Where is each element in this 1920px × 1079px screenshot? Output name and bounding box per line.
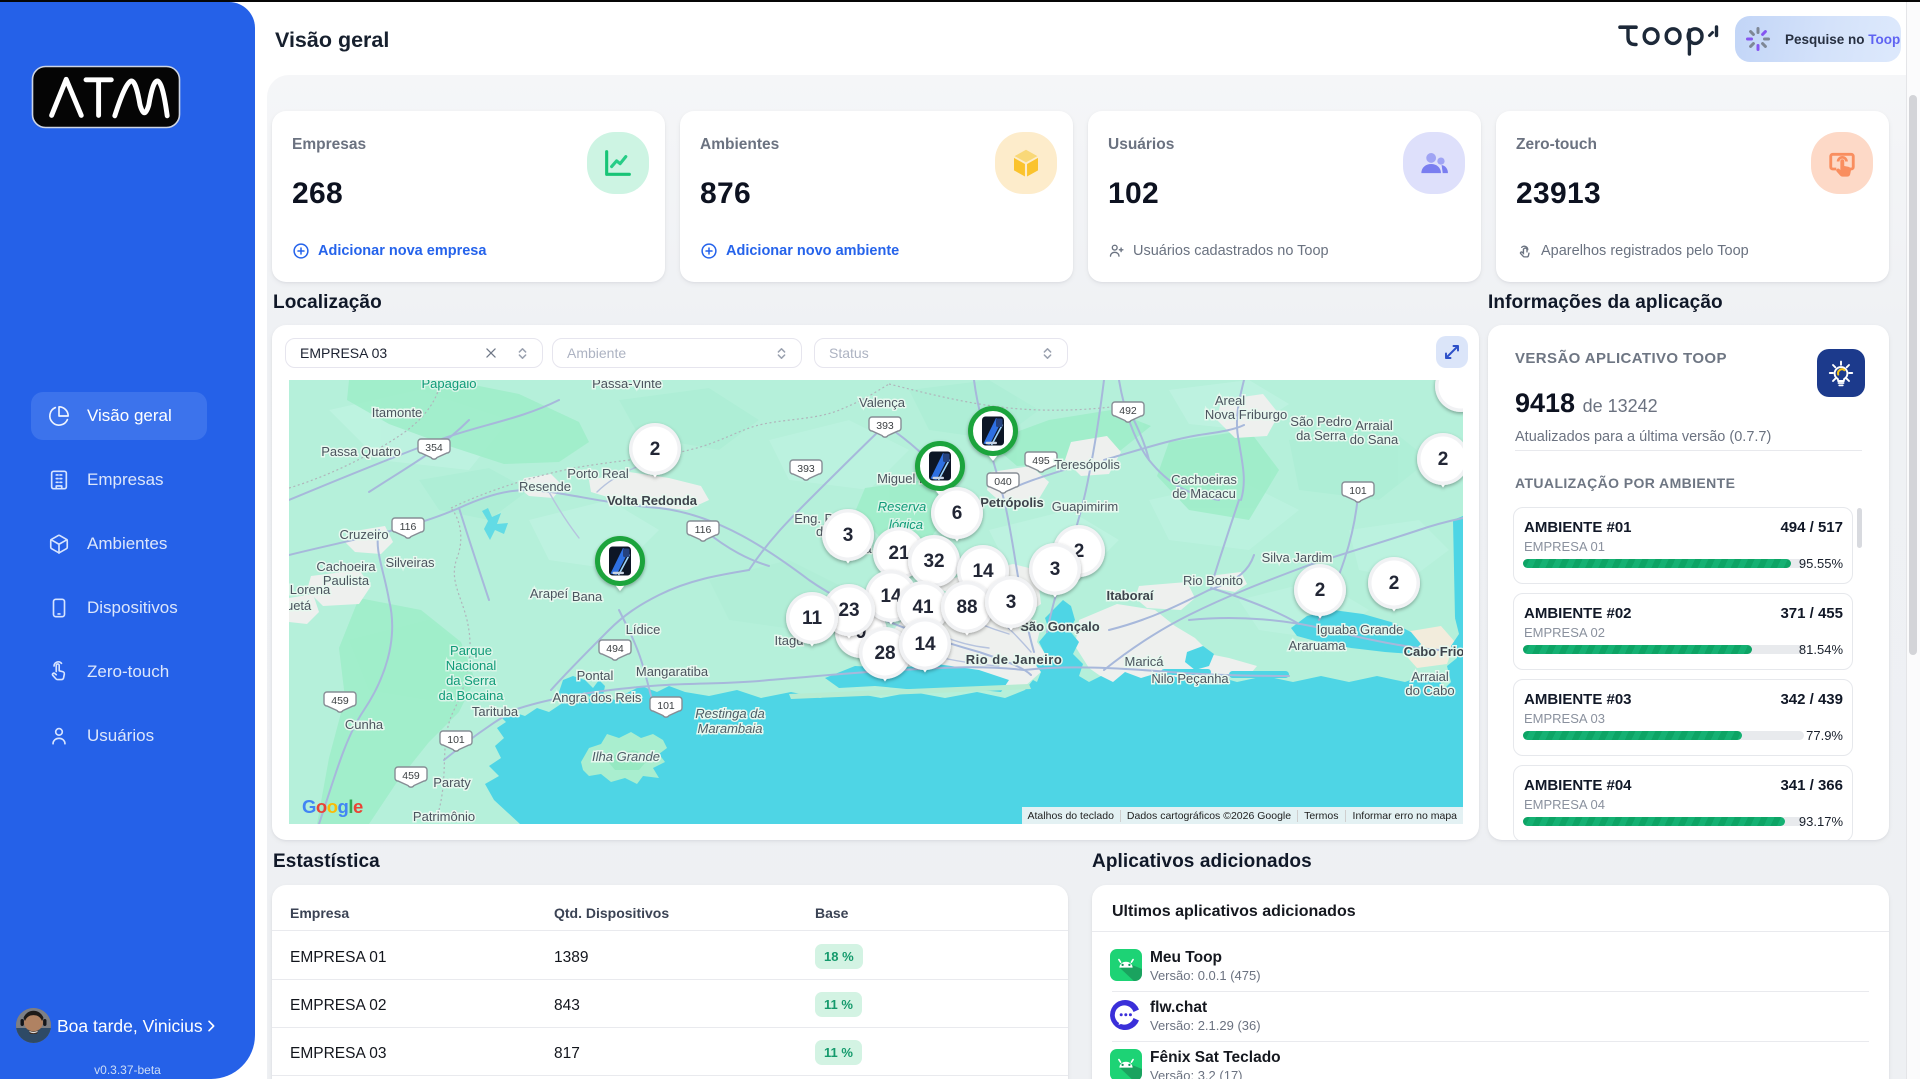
svg-text:Papagaio: Papagaio — [422, 380, 477, 391]
svg-text:Nacional: Nacional — [446, 658, 497, 673]
svg-text:2: 2 — [1315, 580, 1326, 601]
svg-text:Itaboraí: Itaboraí — [1107, 588, 1154, 603]
svg-text:494: 494 — [606, 643, 624, 655]
svg-text:Silva Jardim: Silva Jardim — [1262, 550, 1333, 565]
svg-text:Tarituba: Tarituba — [472, 704, 519, 719]
svg-text:11: 11 — [802, 608, 823, 629]
svg-text:Pontal: Pontal — [577, 668, 614, 683]
svg-text:88: 88 — [956, 597, 977, 618]
svg-text:do Cabo: do Cabo — [1405, 683, 1454, 698]
svg-text:Cruzeiro: Cruzeiro — [339, 527, 388, 542]
svg-text:116: 116 — [695, 524, 712, 536]
svg-text:da Bocaina: da Bocaina — [438, 688, 504, 703]
svg-text:393: 393 — [876, 420, 894, 432]
svg-text:2: 2 — [1438, 449, 1449, 470]
svg-text:Iguaba Grande: Iguaba Grande — [1317, 622, 1404, 637]
svg-text:116: 116 — [400, 521, 417, 533]
svg-text:21: 21 — [888, 543, 910, 564]
svg-text:Cachoeiras: Cachoeiras — [1171, 472, 1237, 487]
svg-text:de Macacu: de Macacu — [1172, 486, 1236, 501]
svg-text:Rio Bonito: Rio Bonito — [1183, 573, 1243, 588]
svg-text:Cabo Frio: Cabo Frio — [1404, 644, 1463, 659]
svg-text:41: 41 — [912, 597, 934, 618]
svg-text:Passa-Vinte: Passa-Vinte — [592, 380, 662, 391]
svg-text:Arapeí: Arapeí — [530, 586, 569, 601]
svg-text:14: 14 — [914, 634, 936, 655]
svg-text:28: 28 — [874, 643, 895, 664]
svg-text:393: 393 — [797, 463, 815, 475]
svg-text:492: 492 — [1119, 405, 1137, 417]
svg-text:Paraty: Paraty — [433, 775, 471, 790]
svg-text:São Gonçalo: São Gonçalo — [1020, 619, 1100, 634]
svg-text:6: 6 — [952, 503, 963, 524]
svg-text:Silveiras: Silveiras — [385, 555, 435, 570]
svg-text:Nilo Peçanha: Nilo Peçanha — [1151, 671, 1229, 686]
svg-text:3: 3 — [843, 525, 854, 546]
svg-text:32: 32 — [923, 551, 944, 572]
svg-text:2: 2 — [1389, 573, 1400, 594]
svg-text:459: 459 — [331, 695, 349, 707]
svg-text:101: 101 — [1349, 485, 1367, 497]
svg-text:Arraial: Arraial — [1411, 669, 1449, 684]
svg-text:da Serra: da Serra — [1296, 428, 1347, 443]
svg-text:3: 3 — [1006, 592, 1017, 613]
svg-text:Reserva: Reserva — [878, 499, 926, 514]
svg-text:23: 23 — [838, 600, 859, 621]
svg-text:guetá: guetá — [289, 598, 312, 613]
svg-text:Lídice: Lídice — [626, 622, 661, 637]
svg-text:14: 14 — [972, 561, 994, 582]
svg-text:São Pedro: São Pedro — [1290, 414, 1351, 429]
svg-text:Rio de Janeiro: Rio de Janeiro — [966, 652, 1063, 667]
svg-text:Lorena: Lorena — [290, 582, 331, 597]
svg-text:do Sana: do Sana — [1350, 432, 1399, 447]
svg-text:Nova Friburgo: Nova Friburgo — [1205, 407, 1287, 422]
svg-text:Volta Redonda: Volta Redonda — [607, 493, 698, 508]
svg-text:Porto Real: Porto Real — [567, 466, 629, 481]
svg-text:Valença: Valença — [859, 395, 906, 410]
svg-text:040: 040 — [994, 476, 1012, 488]
svg-text:3: 3 — [1050, 559, 1061, 580]
svg-text:Araruama: Araruama — [1288, 638, 1346, 653]
svg-text:Restinga da: Restinga da — [695, 706, 764, 721]
svg-text:Teresópolis: Teresópolis — [1054, 457, 1120, 472]
svg-text:Cunha: Cunha — [345, 717, 384, 732]
svg-text:459: 459 — [402, 770, 420, 782]
svg-text:Resende: Resende — [519, 479, 571, 494]
svg-text:da Serra: da Serra — [446, 673, 497, 688]
svg-text:354: 354 — [425, 442, 443, 454]
svg-text:Maricá: Maricá — [1124, 654, 1164, 669]
svg-text:Marambaia: Marambaia — [697, 721, 762, 736]
svg-text:Cachoeira: Cachoeira — [316, 559, 376, 574]
svg-text:101: 101 — [447, 734, 465, 746]
svg-text:Petrópolis: Petrópolis — [980, 495, 1044, 510]
svg-text:Angra dos Reis: Angra dos Reis — [553, 690, 642, 705]
svg-text:Arraial: Arraial — [1355, 418, 1393, 433]
svg-text:101: 101 — [657, 700, 675, 712]
svg-text:Patrimônio: Patrimônio — [413, 809, 475, 824]
svg-text:2: 2 — [650, 439, 661, 460]
svg-text:Parque: Parque — [450, 643, 492, 658]
svg-text:Itamonte: Itamonte — [372, 405, 423, 420]
svg-text:Ilha Grande: Ilha Grande — [592, 749, 660, 764]
svg-text:Bana: Bana — [572, 589, 603, 604]
svg-text:Guapimirim: Guapimirim — [1052, 499, 1118, 514]
svg-text:Mangaratiba: Mangaratiba — [636, 664, 709, 679]
svg-text:Areal: Areal — [1215, 393, 1245, 408]
svg-text:Passa Quatro: Passa Quatro — [321, 444, 401, 459]
svg-text:495: 495 — [1032, 455, 1050, 467]
